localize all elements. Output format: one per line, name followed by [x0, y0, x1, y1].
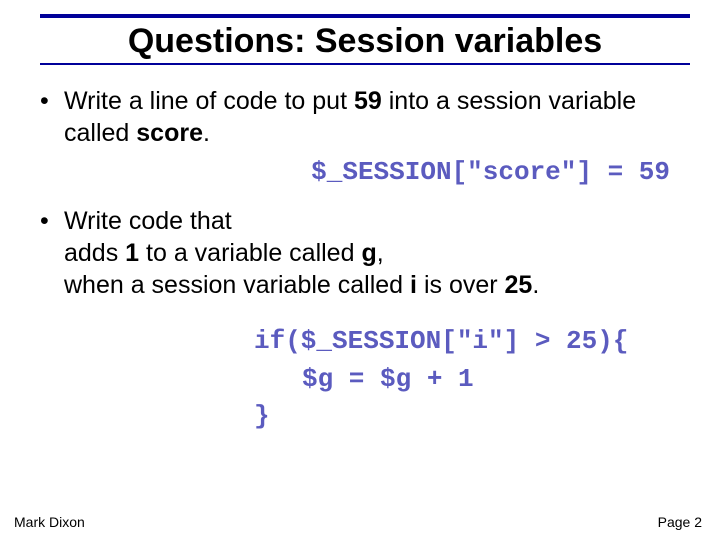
text: .: [203, 119, 210, 147]
footer-page: Page 2: [658, 514, 702, 530]
code-line-1: if($_SESSION["i"] > 25){: [254, 323, 680, 361]
text: Write code that: [64, 207, 232, 235]
bold-var: score: [136, 119, 203, 147]
text: ,: [377, 239, 384, 267]
bullet-list-2: Write code that adds 1 to a variable cal…: [36, 205, 680, 301]
title-rule-bottom: [40, 63, 690, 65]
text: .: [532, 271, 539, 299]
title-rule-top: [40, 14, 690, 18]
slide-body: Write a line of code to put 59 into a se…: [0, 69, 720, 436]
bold-num: 25: [505, 271, 533, 299]
bold-num: 1: [125, 239, 139, 267]
slide-title: Questions: Session variables: [40, 22, 690, 61]
code-line-3: }: [254, 398, 680, 436]
bullet-list: Write a line of code to put 59 into a se…: [36, 85, 680, 149]
bold-var: g: [361, 239, 376, 267]
code-line-2: $g = $g + 1: [254, 361, 680, 399]
text: to a variable called: [139, 239, 361, 267]
bullet-1: Write a line of code to put 59 into a se…: [36, 85, 680, 149]
text: Write a line of code to put: [64, 87, 354, 115]
bold-var: i: [410, 271, 417, 299]
bold-num: 59: [354, 87, 382, 115]
footer-author: Mark Dixon: [14, 514, 85, 530]
text: is over: [417, 271, 505, 299]
answer-2-code: if($_SESSION["i"] > 25){ $g = $g + 1 }: [254, 323, 680, 436]
bullet-2: Write code that adds 1 to a variable cal…: [36, 205, 680, 301]
slide-footer: Mark Dixon Page 2: [0, 514, 720, 530]
title-area: Questions: Session variables: [0, 0, 720, 69]
text: adds: [64, 239, 125, 267]
text: when a session variable called: [64, 271, 410, 299]
answer-1-code: $_SESSION["score"] = 59: [36, 157, 680, 187]
